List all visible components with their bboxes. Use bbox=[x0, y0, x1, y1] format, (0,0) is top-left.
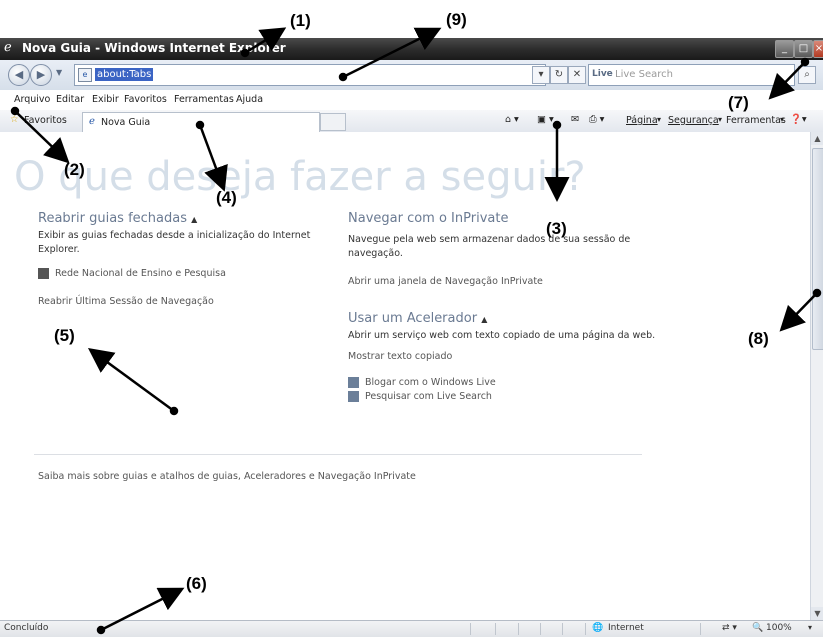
arrow-8 bbox=[779, 292, 818, 332]
arrow-7 bbox=[768, 61, 806, 100]
arrow-2 bbox=[14, 110, 70, 164]
annotation-arrows bbox=[10, 27, 822, 635]
arrow-1 bbox=[244, 27, 287, 55]
arrow-4 bbox=[198, 124, 228, 192]
arrow-6 bbox=[100, 587, 185, 632]
arrow-5 bbox=[87, 348, 175, 413]
arrow-9 bbox=[342, 27, 442, 79]
